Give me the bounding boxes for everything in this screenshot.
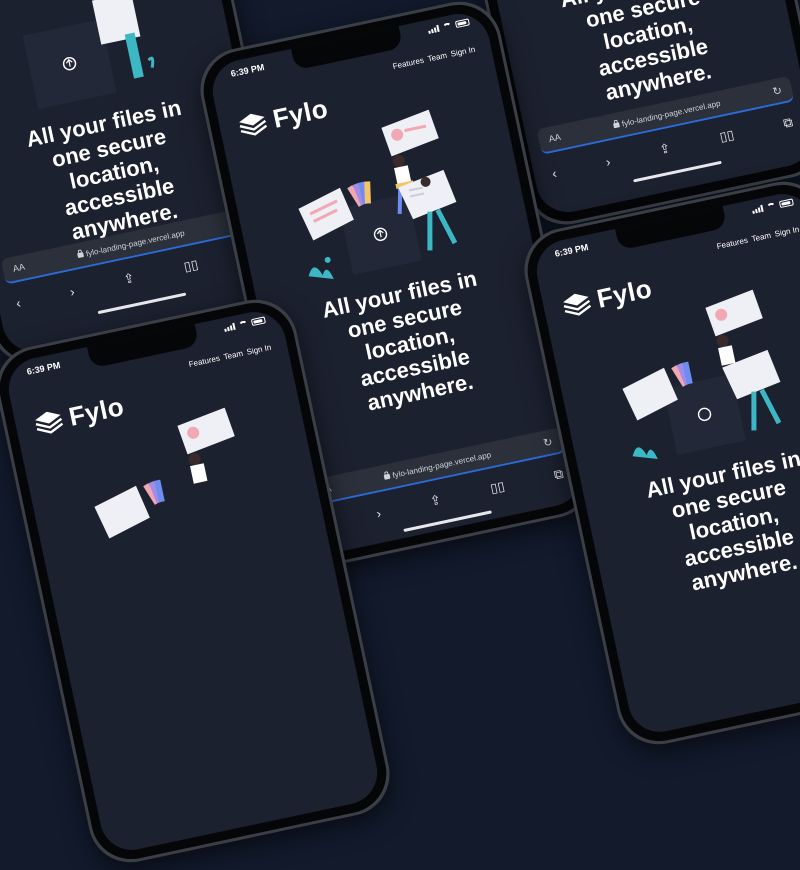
nav-link-sign-in[interactable]: Sign In (246, 343, 272, 357)
lock-icon (612, 121, 620, 128)
home-indicator (97, 292, 187, 315)
lock-icon (76, 251, 84, 258)
stacked-layers-icon (239, 113, 268, 136)
brand-name: Fylo (66, 390, 127, 432)
hero-illustration (70, 405, 267, 587)
wifi-icon (766, 202, 777, 211)
stacked-layers-icon (35, 411, 64, 434)
nav-link-features[interactable]: Features (392, 56, 425, 71)
home-indicator (633, 160, 722, 183)
status-time: 6:39 PM (229, 62, 266, 79)
nav-link-team[interactable]: Team (751, 231, 772, 244)
hero-headline: All your files in one secure location, a… (643, 445, 800, 596)
share-icon[interactable]: ⇪ (658, 140, 672, 158)
status-time: 6:39 PM (553, 242, 590, 259)
forward-icon[interactable]: › (68, 283, 75, 299)
signal-icon (427, 24, 440, 34)
share-icon[interactable]: ⇪ (122, 270, 136, 288)
forward-icon[interactable]: › (604, 154, 611, 170)
top-nav: Features Team Sign In (716, 225, 800, 251)
nav-link-team[interactable]: Team (427, 51, 448, 64)
nav-link-features[interactable]: Features (188, 354, 221, 369)
nav-link-sign-in[interactable]: Sign In (774, 225, 800, 239)
wifi-icon (442, 22, 453, 31)
forward-icon[interactable]: › (375, 505, 382, 521)
tabs-icon[interactable]: ⧉ (552, 466, 564, 484)
brand-name: Fylo (270, 92, 331, 134)
reload-icon[interactable]: ↻ (542, 435, 554, 450)
battery-icon (778, 198, 794, 209)
browser-url-text: fylo-landing-page.vercel.app (391, 449, 492, 480)
battery-icon (250, 316, 266, 327)
top-nav: Features Team Sign In (392, 45, 476, 71)
battery-icon (454, 18, 470, 29)
share-icon[interactable]: ⇪ (429, 492, 443, 510)
back-icon[interactable]: ‹ (551, 165, 558, 181)
top-nav: Features Team Sign In (188, 343, 272, 369)
stacked-layers-icon (563, 293, 592, 316)
hero-illustration (274, 107, 471, 289)
status-time: 6:39 PM (25, 360, 62, 377)
back-icon[interactable]: ‹ (15, 295, 22, 311)
signal-icon (223, 322, 236, 332)
browser-url-text: fylo-landing-page.vercel.app (620, 98, 722, 129)
lock-icon (383, 473, 391, 480)
tabs-icon[interactable]: ⧉ (782, 114, 794, 132)
phone-screen: 6:39 PM Features Team Sign In Fylo (530, 188, 800, 738)
bookmarks-icon[interactable]: ▯▯ (718, 127, 735, 146)
reload-icon[interactable]: ↻ (771, 83, 784, 98)
bookmarks-icon[interactable]: ▯▯ (489, 478, 506, 497)
nav-link-features[interactable]: Features (716, 236, 749, 251)
nav-link-team[interactable]: Team (223, 349, 244, 362)
nav-link-sign-in[interactable]: Sign In (450, 45, 476, 59)
hero-illustration (598, 287, 795, 469)
wifi-icon (238, 320, 249, 329)
home-indicator (403, 510, 492, 533)
brand-name: Fylo (594, 272, 655, 314)
bookmarks-icon[interactable]: ▯▯ (182, 257, 199, 276)
signal-icon (751, 204, 764, 214)
